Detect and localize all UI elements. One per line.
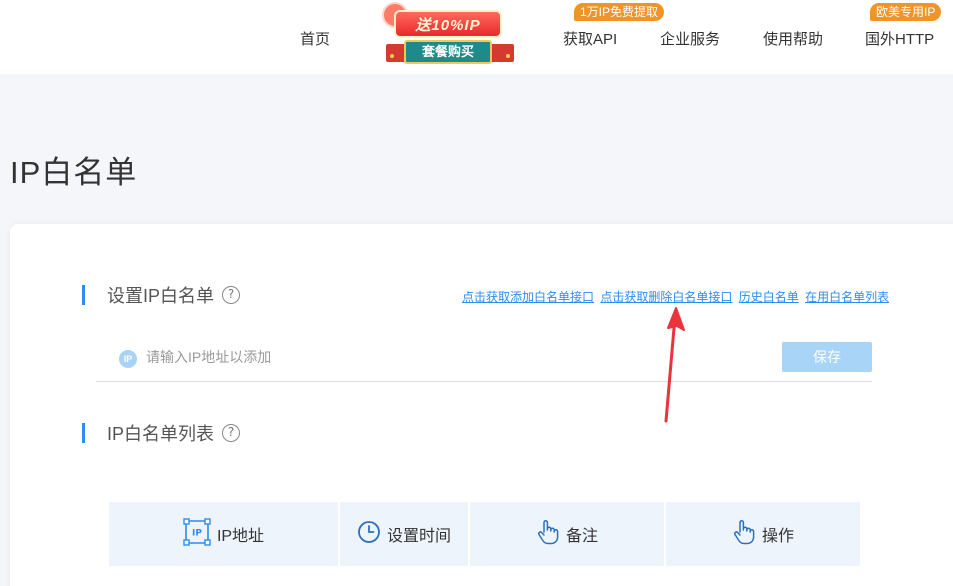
free-ip-badge: 1万IP免费提取: [574, 3, 665, 21]
api-links: 点击获取添加白名单接口 点击获取删除白名单接口 历史白名单 在用白名单列表: [462, 288, 892, 305]
overseas-badge: 欧美专用IP: [870, 3, 942, 21]
help-icon[interactable]: ?: [222, 286, 241, 304]
section-accent-bar: [82, 285, 85, 305]
nav-enterprise[interactable]: 企业服务: [660, 28, 720, 49]
promo-headline: 送10%IP: [394, 10, 502, 38]
ip-badge-icon: IP: [119, 350, 137, 368]
promo-buy-label: 套餐购买: [404, 40, 492, 64]
promo-sparkle: [390, 54, 394, 58]
ip-frame-icon: IP: [183, 517, 211, 551]
promo-sparkle: [506, 54, 510, 58]
set-whitelist-title: 设置IP白名单: [107, 286, 215, 306]
nav-get-api[interactable]: 获取API: [563, 28, 617, 49]
promo-banner[interactable]: 送10%IP 套餐购买: [380, 2, 520, 70]
column-label: 设置时间: [386, 528, 451, 545]
link-history-whitelist[interactable]: 历史白名单: [739, 290, 799, 304]
column-ip-address: IP IP地址: [109, 502, 340, 566]
column-note: 备注: [470, 502, 666, 566]
set-whitelist-header: 设置IP白名单 ?: [82, 284, 241, 306]
save-button[interactable]: 保存: [782, 342, 872, 372]
ip-frame-icon-text: IP: [192, 528, 202, 538]
nav-help[interactable]: 使用帮助: [763, 28, 823, 49]
ip-input-row: IP 保存: [96, 338, 872, 382]
top-nav: 首页 送10%IP 套餐购买 1万IP免费提取 获取API 企业服务 使用帮助 …: [0, 0, 953, 74]
column-label: IP地址: [216, 528, 265, 545]
ip-address-input[interactable]: [146, 344, 746, 370]
page-title: IP白名单: [10, 155, 138, 190]
whitelist-list-header: IP白名单列表 ?: [82, 422, 241, 444]
clock-icon: [357, 520, 381, 549]
column-set-time: 设置时间: [340, 502, 470, 566]
whitelist-card: 设置IP白名单 ? 点击获取添加白名单接口 点击获取删除白名单接口 历史白名单 …: [10, 224, 953, 586]
column-actions: 操作: [666, 502, 860, 566]
link-add-whitelist-api[interactable]: 点击获取添加白名单接口: [462, 290, 594, 304]
column-label: 操作: [761, 528, 794, 545]
section-accent-bar: [82, 423, 85, 443]
nav-home[interactable]: 首页: [300, 28, 330, 49]
help-icon[interactable]: ?: [222, 424, 241, 442]
link-delete-whitelist-api[interactable]: 点击获取删除白名单接口: [600, 290, 732, 304]
hand-pointer-icon: [536, 519, 560, 550]
link-active-whitelist[interactable]: 在用白名单列表: [805, 290, 889, 304]
nav-overseas-http[interactable]: 国外HTTP: [865, 28, 934, 49]
column-label: 备注: [565, 528, 598, 545]
hand-pointer-icon: [732, 519, 756, 550]
whitelist-list-title: IP白名单列表: [107, 424, 215, 444]
whitelist-table-header: IP IP地址 设置时间 备注 操作: [109, 502, 860, 566]
